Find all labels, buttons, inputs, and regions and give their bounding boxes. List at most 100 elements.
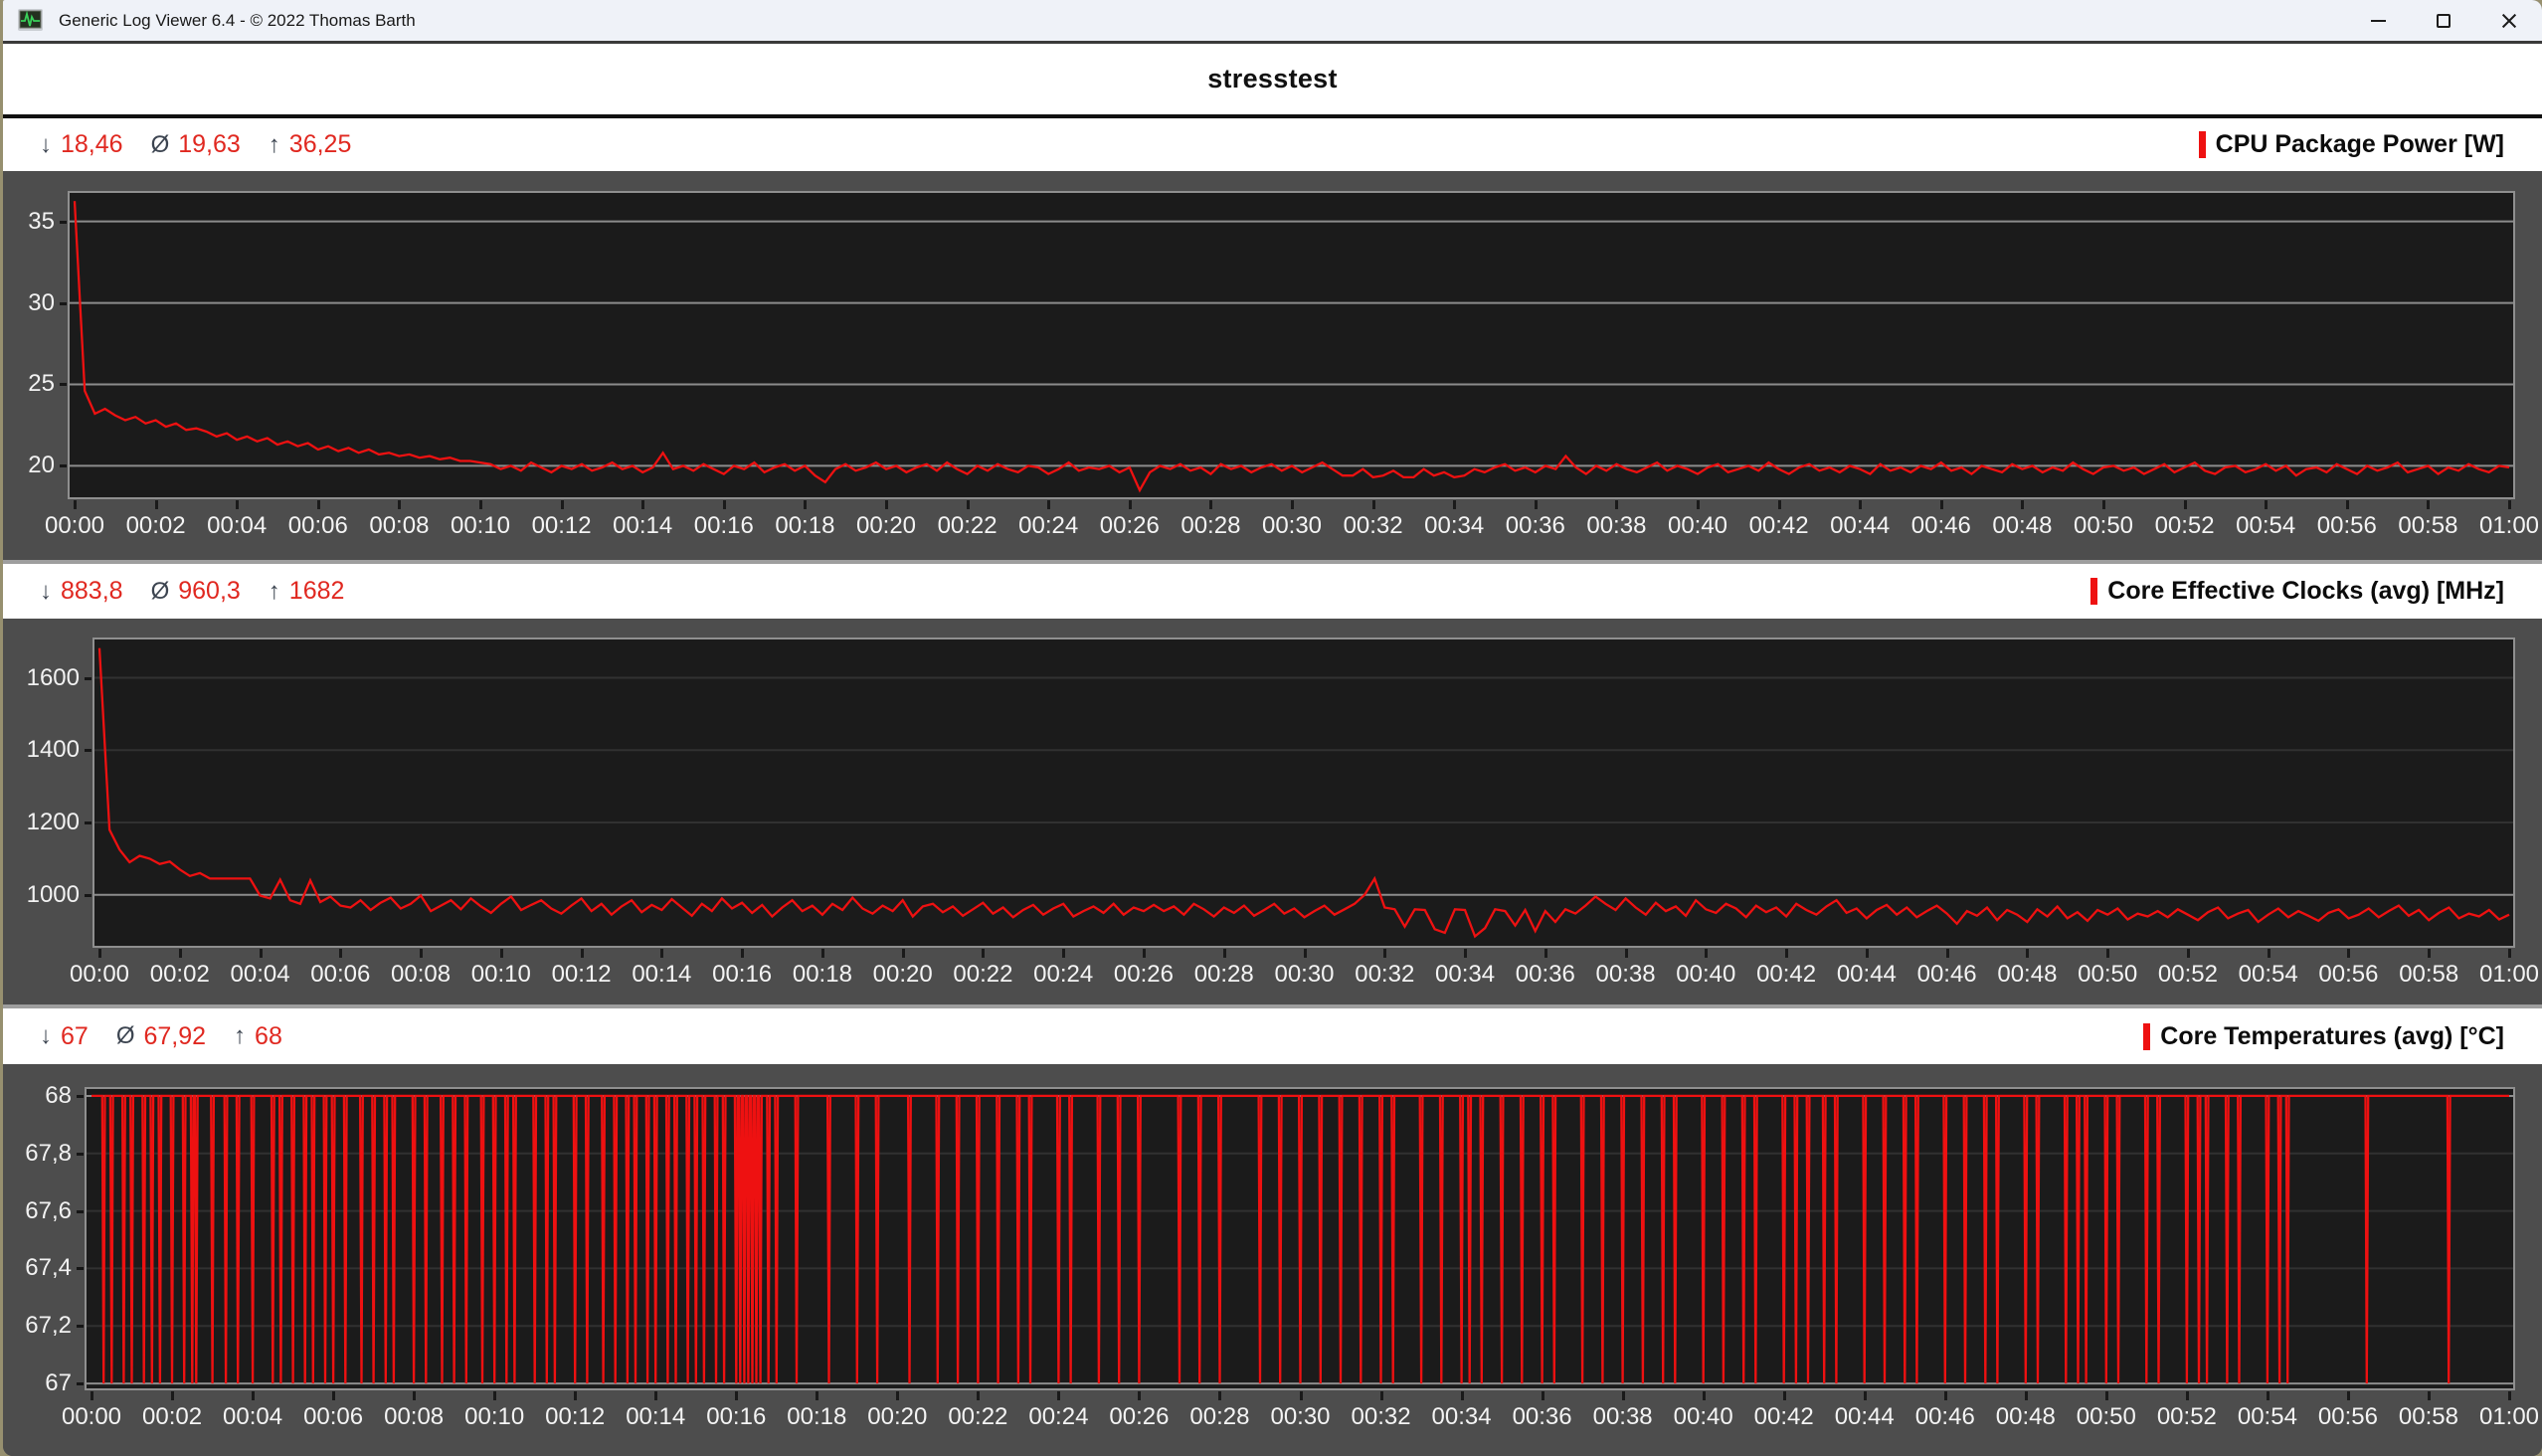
x-axis-tick-label: 00:46 <box>1900 1403 1991 1431</box>
y-axis-tick-label: 1000 <box>3 881 80 909</box>
x-axis-tick <box>982 949 985 958</box>
plot-area[interactable] <box>92 637 2515 948</box>
x-axis-tick <box>885 500 888 509</box>
x-axis-tick-label: 00:52 <box>2142 961 2234 989</box>
x-axis-tick-label: 00:24 <box>1017 961 1109 989</box>
x-axis-tick-label: 00:24 <box>1002 512 1094 540</box>
y-axis-tick <box>60 221 67 224</box>
chart-panel-core-temps[interactable]: 6867,867,667,467,26700:0000:0200:0400:06… <box>3 1064 2542 1456</box>
plot-area[interactable] <box>68 191 2515 499</box>
arrow-up-icon: ↑ <box>269 131 280 159</box>
x-axis-tick <box>2106 949 2109 958</box>
x-axis-tick <box>1057 1391 1060 1400</box>
x-axis-tick <box>1783 1391 1786 1400</box>
y-axis-tick <box>85 821 91 824</box>
close-button[interactable] <box>2476 0 2542 41</box>
x-axis-tick-label: 00:56 <box>2302 1403 2394 1431</box>
window-title: Generic Log Viewer 6.4 - © 2022 Thomas B… <box>59 11 416 31</box>
chart-panel-cpu-power[interactable]: 3530252000:0000:0200:0400:0600:0800:1000… <box>3 171 2542 560</box>
x-axis-tick-label: 00:56 <box>2302 961 2394 989</box>
x-axis-tick-label: 00:24 <box>1012 1403 1104 1431</box>
x-axis-tick <box>2508 1391 2511 1400</box>
arrow-down-icon: ↓ <box>40 1022 52 1050</box>
arrow-up-icon: ↑ <box>234 1022 246 1050</box>
x-axis-tick-label: 00:58 <box>2382 512 2473 540</box>
x-axis-tick-label: 00:50 <box>2058 512 2149 540</box>
stat-min: ↓ 883,8 <box>40 577 123 606</box>
document-header: stresstest <box>3 44 2542 118</box>
chart-title-core-temps: Core Temperatures (avg) [°C] <box>2143 1022 2504 1051</box>
x-axis-tick-label: 00:58 <box>2383 1403 2474 1431</box>
x-axis-tick-label: 00:56 <box>2301 512 2393 540</box>
x-axis-tick <box>1535 500 1538 509</box>
y-axis-tick <box>60 383 67 386</box>
x-axis-tick-label: 00:12 <box>536 961 628 989</box>
arrow-up-icon: ↑ <box>269 578 280 606</box>
x-axis-tick-label: 00:44 <box>1819 1403 1910 1431</box>
x-axis-tick <box>479 500 482 509</box>
x-axis-tick-label: 00:32 <box>1328 512 1419 540</box>
x-axis-tick-label: 01:00 <box>2463 961 2542 989</box>
x-axis-tick-label: 00:00 <box>29 512 120 540</box>
x-axis-tick-label: 00:32 <box>1339 961 1430 989</box>
average-icon: Ø <box>116 1022 135 1050</box>
x-axis-tick <box>1062 949 1065 958</box>
chart-panel-core-clocks[interactable]: 160014001200100000:0000:0200:0400:0600:0… <box>3 619 2542 1004</box>
x-axis-tick-label: 00:10 <box>449 1403 540 1431</box>
x-axis-tick <box>1703 1391 1706 1400</box>
x-axis-tick <box>1291 500 1294 509</box>
x-axis-tick <box>1143 949 1146 958</box>
y-axis-tick-label: 67,2 <box>3 1312 72 1340</box>
x-axis-tick <box>1615 500 1618 509</box>
x-axis-tick-label: 00:30 <box>1255 1403 1347 1431</box>
x-axis-tick-label: 00:28 <box>1165 512 1256 540</box>
x-axis-tick <box>660 949 663 958</box>
x-axis-tick-label: 01:00 <box>2463 512 2542 540</box>
stat-avg: Ø 19,63 <box>151 130 241 159</box>
y-axis-tick <box>77 1325 84 1328</box>
app-logo-icon <box>17 7 44 34</box>
x-axis-tick-label: 00:22 <box>932 1403 1023 1431</box>
chart-title-core-clocks: Core Effective Clocks (avg) [MHz] <box>2090 577 2504 606</box>
x-axis-tick <box>2427 500 2430 509</box>
minimize-button[interactable] <box>2345 0 2411 41</box>
x-axis-tick <box>816 1391 818 1400</box>
y-axis-tick <box>77 1095 84 1098</box>
x-axis-tick-label: 00:38 <box>1580 961 1672 989</box>
x-axis-tick-label: 00:26 <box>1098 961 1189 989</box>
x-axis-tick <box>398 500 401 509</box>
x-axis-tick <box>1785 949 1788 958</box>
x-axis-tick <box>967 500 970 509</box>
y-axis-tick <box>77 1267 84 1270</box>
maximize-button[interactable] <box>2411 0 2476 41</box>
y-axis-tick-label: 1200 <box>3 809 80 836</box>
x-axis-tick-label: 00:44 <box>1814 512 1906 540</box>
x-axis-tick-label: 00:16 <box>696 961 788 989</box>
average-icon: Ø <box>151 131 170 159</box>
x-axis-tick <box>98 949 101 958</box>
stat-max-value: 1682 <box>289 577 345 606</box>
x-axis-tick-label: 00:00 <box>46 1403 137 1431</box>
x-axis-tick <box>1859 500 1862 509</box>
x-axis-tick <box>74 500 77 509</box>
x-axis-tick-label: 00:12 <box>529 1403 621 1431</box>
x-axis-tick-label: 00:16 <box>678 512 770 540</box>
plot-area[interactable] <box>85 1087 2515 1390</box>
red-accent-bar <box>2143 1023 2150 1050</box>
stat-avg-value: 67,92 <box>143 1022 206 1051</box>
x-axis-tick <box>2347 949 2350 958</box>
x-axis-tick-label: 00:38 <box>1577 1403 1669 1431</box>
x-axis-tick <box>317 500 320 509</box>
x-axis-tick <box>2265 500 2268 509</box>
x-axis-tick <box>252 1391 255 1400</box>
x-axis-tick-label: 00:06 <box>294 961 386 989</box>
x-axis-tick-label: 00:22 <box>922 512 1013 540</box>
chart-svg <box>70 193 2513 497</box>
x-axis-tick <box>1944 1391 1947 1400</box>
x-axis-tick <box>2105 1391 2108 1400</box>
x-axis-tick <box>2508 949 2511 958</box>
x-axis-tick <box>741 949 744 958</box>
x-axis-tick <box>236 500 239 509</box>
x-axis-tick-label: 00:54 <box>2223 961 2314 989</box>
x-axis-tick-label: 00:52 <box>2139 512 2231 540</box>
